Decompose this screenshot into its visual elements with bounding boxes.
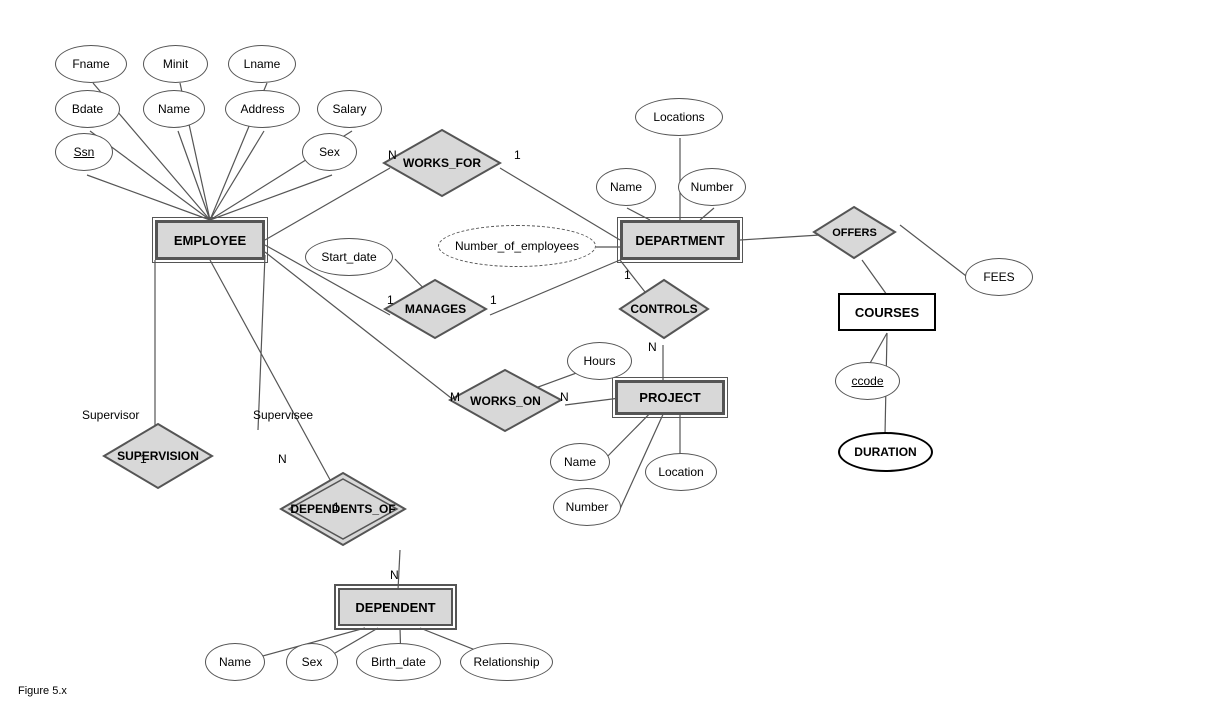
employee-entity: EMPLOYEE: [155, 220, 265, 260]
fees-attribute: FEES: [965, 258, 1033, 296]
num-employees-attribute: Number_of_employees: [438, 225, 596, 267]
ssn-attribute: Ssn: [55, 133, 113, 171]
fname-attribute: Fname: [55, 45, 127, 83]
salary-attribute: Salary: [317, 90, 382, 128]
supervisor-label: Supervisor: [82, 408, 139, 422]
dep-sex-attribute: Sex: [286, 643, 338, 681]
cardinality-manages-1b: 1: [490, 293, 497, 307]
duration-attribute: DURATION: [838, 432, 933, 472]
sex-attribute: Sex: [302, 133, 357, 171]
location-attribute: Location: [645, 453, 717, 491]
cardinality-supervision-n: N: [278, 452, 287, 466]
figure-label: Figure 5.x: [18, 685, 67, 697]
ccode-attribute: ccode: [835, 362, 900, 400]
offers-relationship: OFFERS: [812, 205, 897, 260]
cardinality-works-for-n: N: [388, 148, 397, 162]
relationship-attribute: Relationship: [460, 643, 553, 681]
dependents-of-relationship: DEPENDENTS_OF: [278, 470, 408, 548]
locations-attribute: Locations: [635, 98, 723, 136]
works-on-relationship: WORKS_ON: [448, 368, 563, 433]
cardinality-manages-1a: 1: [387, 293, 394, 307]
supervisee-label: Supervisee: [253, 408, 313, 422]
courses-entity: COURSES: [838, 293, 936, 331]
works-for-relationship: WORKS_FOR: [382, 128, 502, 198]
address-attribute: Address: [225, 90, 300, 128]
bdate-attribute: Bdate: [55, 90, 120, 128]
cardinality-controls-1: 1: [624, 268, 631, 282]
project-entity: PROJECT: [615, 380, 725, 415]
hours-attribute: Hours: [567, 342, 632, 380]
cardinality-works-on-m: M: [450, 390, 460, 404]
department-entity: DEPARTMENT: [620, 220, 740, 260]
er-diagram: EMPLOYEE DEPARTMENT PROJECT DEPENDENT CO…: [0, 0, 1218, 705]
cardinality-works-for-1: 1: [514, 148, 521, 162]
birth-date-attribute: Birth_date: [356, 643, 441, 681]
supervision-relationship: SUPERVISION: [102, 422, 214, 490]
dept-name-attribute: Name: [596, 168, 656, 206]
emp-name-attribute: Name: [143, 90, 205, 128]
cardinality-controls-n: N: [648, 340, 657, 354]
proj-number-attribute: Number: [553, 488, 621, 526]
proj-name-attribute: Name: [550, 443, 610, 481]
controls-relationship: CONTROLS: [618, 278, 710, 340]
dep-name-attribute: Name: [205, 643, 265, 681]
minit-attribute: Minit: [143, 45, 208, 83]
dependent-entity: DEPENDENT: [338, 588, 453, 626]
manages-relationship: MANAGES: [383, 278, 488, 340]
dept-number-attribute: Number: [678, 168, 746, 206]
lname-attribute: Lname: [228, 45, 296, 83]
cardinality-dependents-n: N: [390, 568, 399, 582]
start-date-attribute: Start_date: [305, 238, 393, 276]
cardinality-works-on-n: N: [560, 390, 569, 404]
